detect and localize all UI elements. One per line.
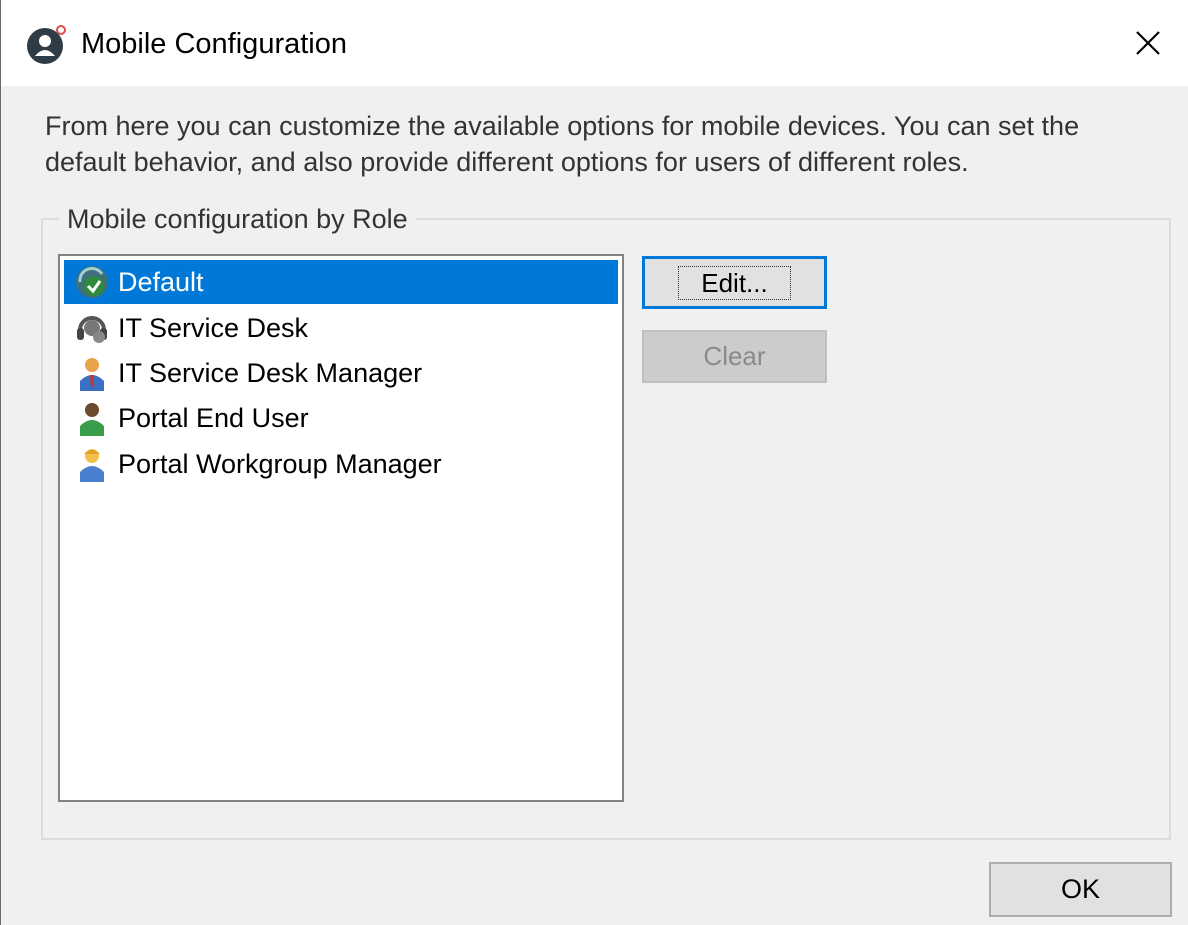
workgroup-manager-icon — [80, 449, 104, 482]
mobile-configuration-dialog: Mobile Configuration From here you can c… — [0, 0, 1188, 925]
app-user-icon — [27, 25, 66, 64]
list-item-label: Portal End User — [118, 403, 309, 433]
clear-button[interactable]: Clear — [642, 330, 827, 383]
list-item-portal-workgroup-manager[interactable]: Portal Workgroup Manager — [64, 442, 618, 486]
list-item-it-service-desk[interactable]: IT Service Desk — [64, 306, 618, 350]
list-item-label: IT Service Desk — [118, 313, 309, 343]
headset-icon — [77, 316, 107, 343]
groupbox-label: Mobile configuration by Role — [59, 202, 416, 236]
default-role-icon — [76, 266, 108, 298]
edit-button[interactable]: Edit... — [642, 256, 827, 309]
list-item-default[interactable]: Default — [64, 260, 618, 304]
list-item-label: Default — [118, 267, 204, 297]
dialog-description: From here you can customize the availabl… — [45, 111, 1080, 177]
edit-button-label: Edit... — [678, 265, 791, 300]
manager-user-icon — [80, 358, 104, 391]
ok-button[interactable]: OK — [989, 862, 1172, 917]
list-item-label: IT Service Desk Manager — [118, 358, 423, 388]
list-item-portal-end-user[interactable]: Portal End User — [64, 396, 618, 440]
window-title: Mobile Configuration — [81, 28, 347, 60]
end-user-icon — [80, 403, 104, 436]
close-button[interactable] — [1108, 0, 1188, 86]
close-icon — [1136, 31, 1160, 55]
title-bar: Mobile Configuration — [1, 0, 1188, 86]
role-listbox[interactable]: Default IT Service Desk IT Service Desk … — [58, 254, 624, 802]
list-item-it-service-desk-manager[interactable]: IT Service Desk Manager — [64, 351, 618, 395]
list-item-label: Portal Workgroup Manager — [118, 449, 442, 479]
